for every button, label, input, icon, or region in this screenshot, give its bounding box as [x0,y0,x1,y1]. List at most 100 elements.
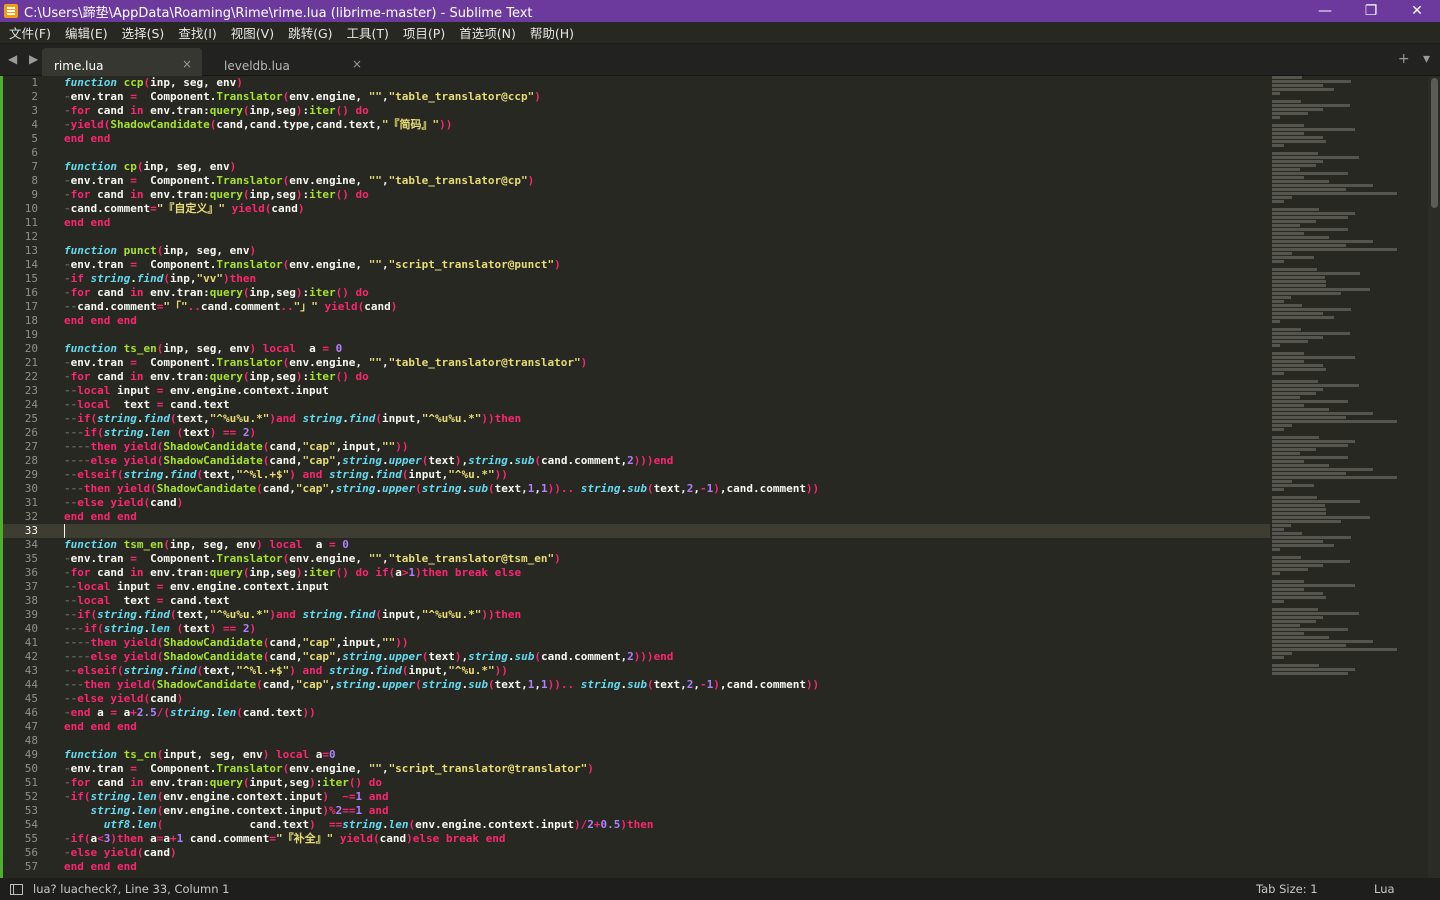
code-line[interactable]: --elseif(string.find(text,"^%l.+$") and … [50,664,1270,678]
minimap-line [1272,532,1302,535]
minimap-line [1272,108,1323,111]
code-line[interactable]: end end end [50,510,1270,524]
minimap-line [1272,200,1285,203]
menu-project[interactable]: 项目(P) [396,23,452,42]
code-line[interactable]: ----else yield(ShadowCandidate(cand,"cap… [50,650,1270,664]
tab-size-selector[interactable]: Tab Size: 1 [1256,882,1374,896]
code-line[interactable]: -for cand in env.tran:query(inp,seg):ite… [50,188,1270,202]
maximize-button[interactable]: ❐ [1348,0,1394,22]
tab-rime-lua[interactable]: rime.lua × [42,48,202,76]
code-line[interactable]: -cand.comment="『自定义』" yield(cand) [50,202,1270,216]
text-cursor [64,524,65,538]
code-line[interactable]: -env.tran = Component.Translator(env.eng… [50,174,1270,188]
code-line[interactable]: --local text = cand.text [50,398,1270,412]
code-line[interactable]: -for cand in env.tran:query(inp,seg):ite… [50,370,1270,384]
menu-view[interactable]: 视图(V) [224,23,281,42]
code-line[interactable]: function ts_en(inp, seg, env) local a = … [50,342,1270,356]
code-line[interactable]: end end end [50,314,1270,328]
code-line[interactable]: -yield(ShadowCandidate(cand,cand.type,ca… [50,118,1270,132]
code-line[interactable] [50,524,1270,538]
code-line[interactable]: utf8.len( cand.text) ==string.len(env.en… [50,818,1270,832]
code-line[interactable]: -if(string.len(env.engine.context.input)… [50,790,1270,804]
code-line[interactable] [50,734,1270,748]
code-line[interactable]: ---if(string.len (text) == 2) [50,426,1270,440]
menu-tools[interactable]: 工具(T) [340,23,396,42]
minimap-line [1272,624,1300,627]
code-line[interactable] [50,328,1270,342]
code-line[interactable]: end end end [50,720,1270,734]
minimap-line [1272,560,1351,563]
code-line[interactable]: end end [50,132,1270,146]
code-line[interactable]: -else yield(cand) [50,846,1270,860]
minimap-line [1272,640,1374,643]
code-line[interactable]: -end a = a+2.5/(string.len(cand.text)) [50,706,1270,720]
code-line[interactable]: --local input = env.engine.context.input [50,384,1270,398]
tab-close-icon[interactable]: × [352,57,362,71]
code-line[interactable]: -for cand in env.tran:query(inp,seg):ite… [50,286,1270,300]
tab-list-chevron-down-icon[interactable]: ▾ [1423,51,1430,67]
vertical-scrollbar[interactable] [1428,76,1440,878]
code-line[interactable]: string.len(env.engine.context.input)%2==… [50,804,1270,818]
code-line[interactable]: ---then yield(ShadowCandidate(cand,"cap"… [50,482,1270,496]
code-line[interactable]: --else yield(cand) [50,692,1270,706]
code-line[interactable]: --elseif(string.find(text,"^%l.+$") and … [50,468,1270,482]
minimap-line [1272,236,1330,239]
tab-nav-arrows-icon[interactable]: ◀ ▶ [8,52,42,66]
code-line[interactable] [50,230,1270,244]
menu-goto[interactable]: 跳转(G) [281,23,339,42]
code-line[interactable]: -env.tran = Component.Translator(env.eng… [50,258,1270,272]
code-line[interactable]: -for cand in env.tran:query(inp,seg):ite… [50,566,1270,580]
menu-help[interactable]: 帮助(H) [523,23,581,42]
minimap-line [1272,480,1292,483]
code-line[interactable]: function cp(inp, seg, env) [50,160,1270,174]
scrollbar-thumb[interactable] [1431,78,1438,208]
code-line[interactable]: function ts_cn(input, seg, env) local a=… [50,748,1270,762]
menu-preferences[interactable]: 首选项(N) [452,23,523,42]
syntax-selector[interactable]: Lua [1374,882,1440,896]
code-area[interactable]: function ccp(inp, seg, env) -env.tran = C… [50,76,1270,878]
code-line[interactable]: --else yield(cand) [50,496,1270,510]
minimap-line [1272,568,1309,571]
code-line[interactable]: ---if(string.len (text) == 2) [50,622,1270,636]
menu-find[interactable]: 查找(I) [171,23,223,42]
code-line[interactable]: function tsm_en(inp, seg, env) local a =… [50,538,1270,552]
code-line[interactable]: -for cand in env.tran:query(inp,seg):ite… [50,104,1270,118]
minimap-line [1272,496,1318,499]
code-line[interactable]: -env.tran = Component.Translator(env.eng… [50,90,1270,104]
code-line[interactable]: --local text = cand.text [50,594,1270,608]
menu-file[interactable]: 文件(F) [2,23,58,42]
code-line[interactable]: -if string.find(inp,"vv")then [50,272,1270,286]
code-editor[interactable]: 1 2 3 4 5 6 7 8 9 10 11 12 13 14 15 16 17 18 19 20 21 22 23 24 2… [0,76,1440,878]
code-line[interactable] [50,146,1270,160]
code-line[interactable]: -env.tran = Component.Translator(env.eng… [50,762,1270,776]
code-line[interactable]: ----then yield(ShadowCandidate(cand,"cap… [50,440,1270,454]
code-line[interactable]: --cand.comment="「"..cand.comment.."」" yi… [50,300,1270,314]
side-panel-toggle-icon[interactable] [10,883,23,895]
menu-edit[interactable]: 编辑(E) [58,23,115,42]
menu-selection[interactable]: 选择(S) [115,23,172,42]
minimap-line [1272,504,1325,507]
code-line[interactable]: ----then yield(ShadowCandidate(cand,"cap… [50,636,1270,650]
code-line[interactable]: --local input = env.engine.context.input [50,580,1270,594]
tab-leveldb-lua[interactable]: leveldb.lua × [212,48,372,76]
code-line[interactable]: ----else yield(ShadowCandidate(cand,"cap… [50,454,1270,468]
tab-close-icon[interactable]: × [182,57,192,71]
code-line[interactable]: ---then yield(ShadowCandidate(cand,"cap"… [50,678,1270,692]
line-number: 15 [24,272,38,285]
minimize-button[interactable]: — [1302,0,1348,22]
close-button[interactable]: ✕ [1394,0,1440,22]
code-line[interactable]: function punct(inp, seg, env) [50,244,1270,258]
code-line[interactable]: function ccp(inp, seg, env) [50,76,1270,90]
minimap-line [1272,144,1285,147]
new-tab-plus-icon[interactable]: + [1398,51,1410,67]
minimap[interactable] [1272,76,1428,878]
code-line[interactable]: end end [50,216,1270,230]
code-line[interactable]: -if(a<3)then a=a+1 cand.comment="『补全』" y… [50,832,1270,846]
code-line[interactable]: end end end [50,860,1270,874]
minimap-line [1272,336,1323,339]
code-line[interactable]: --if(string.find(text,"^%u%u.*")and stri… [50,412,1270,426]
code-line[interactable]: --if(string.find(text,"^%u%u.*")and stri… [50,608,1270,622]
code-line[interactable]: -env.tran = Component.Translator(env.eng… [50,356,1270,370]
code-line[interactable]: -for cand in env.tran:query(input,seg):i… [50,776,1270,790]
code-line[interactable]: -env.tran = Component.Translator(env.eng… [50,552,1270,566]
